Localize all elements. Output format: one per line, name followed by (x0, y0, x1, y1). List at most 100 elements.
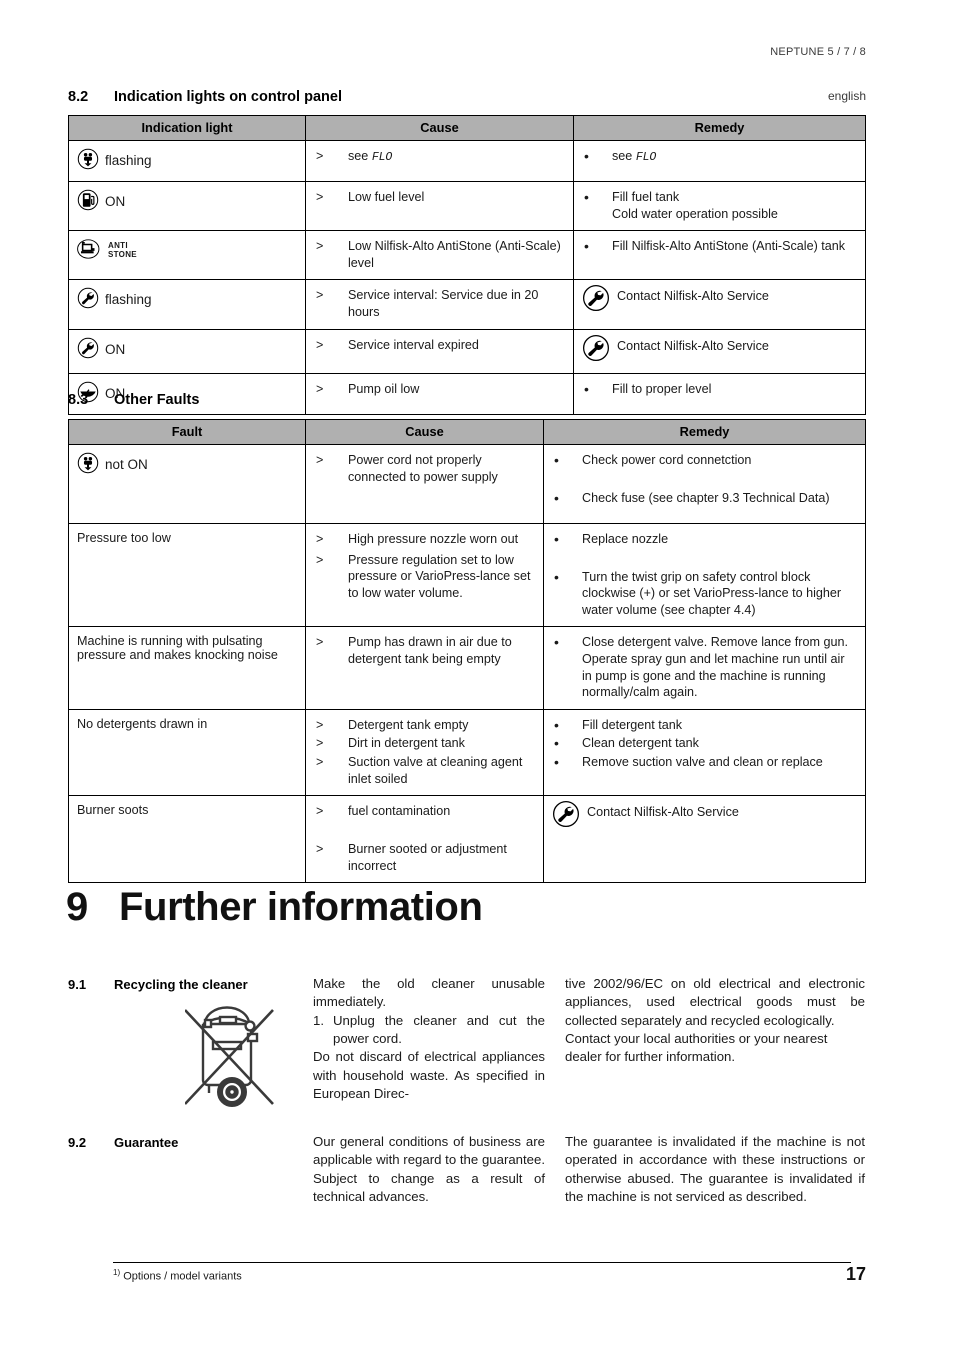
anti-stone-icon (77, 238, 103, 263)
chapter-heading: Further information (119, 885, 483, 929)
remedy-text: Fill fuel tank Cold water operation poss… (612, 190, 778, 221)
cause-text: Detergent tank empty (348, 717, 469, 732)
table-row: ON > Low fuel level • Fill fuel tank Col… (68, 180, 866, 232)
table-row: not ON > Power cord not properly connect… (68, 444, 866, 524)
language-label: english (827, 89, 866, 103)
light-state-label: ON (105, 341, 126, 357)
recycling-list-item: 1. Unplug the cleaner and cut the power … (313, 1012, 545, 1049)
column-header-fault: Fault (68, 419, 306, 445)
remedy-cell: • Replace nozzle • Turn the twist grip o… (543, 522, 866, 628)
cause-text: fuel contamination (348, 804, 451, 819)
fault-label: No detergents drawn in (77, 716, 208, 731)
remedy-cell: • see FLO (573, 140, 866, 182)
marker: > (316, 532, 324, 546)
bullet-marker: • (554, 489, 559, 506)
marker: > (316, 552, 324, 567)
remedy-text: Check fuse (see chapter 9.3 Technical Da… (582, 490, 830, 505)
remedy-cell: • Fill to proper level (573, 372, 866, 415)
cause-text: see FLO (348, 149, 393, 164)
bullet-marker: • (554, 531, 559, 547)
plug-icon (77, 452, 99, 477)
remedy-cell: Contact Nilfisk-Alto Service (543, 795, 866, 884)
bullet-marker: • (554, 634, 559, 651)
table-header-row: Indication light Cause Remedy (68, 115, 866, 141)
subsection-title-9-2: Guarantee (114, 1135, 179, 1150)
cause-cell: > Pump has drawn in air due to detergent… (305, 626, 544, 710)
wrench-icon (77, 337, 99, 362)
subsection-title-9-1: Recycling the cleaner (114, 977, 248, 992)
display-code: FLO (635, 151, 657, 164)
cause-text: Pressure regulation set to low pressure … (348, 552, 531, 600)
column-header-indication-light: Indication light (68, 115, 306, 141)
subsection-number-9-2: 9.2 (68, 1135, 87, 1150)
service-icon (582, 334, 610, 365)
table-row: Machine is running with pulsating pressu… (68, 626, 866, 710)
cause-cell: > fuel contamination > Burner sooted or … (305, 795, 544, 884)
bullet-marker: • (584, 189, 589, 205)
wrench-icon (77, 287, 99, 312)
cause-text: Service interval: Service due in 20 hour… (348, 288, 539, 320)
table-row: No detergents drawn in > Detergent tank … (68, 708, 866, 797)
remedy-cell: Contact Nilfisk-Alto Service (573, 328, 866, 374)
cause-text: Service interval expired (348, 337, 479, 352)
cause-text: Low fuel level (348, 190, 425, 204)
display-code: FLO (371, 151, 393, 164)
table-row: Pressure too low > High pressure nozzle … (68, 522, 866, 628)
cause-text: Low Nilfisk-Alto AntiStone (Anti-Scale) … (348, 239, 561, 270)
indication-lights-table: Indication light Cause Remedy flashing >… (68, 115, 866, 415)
section-title-8-2: Indication lights on control panel (114, 89, 342, 105)
recycling-directive-text: tive 2002/96/EC on old electrical and el… (565, 976, 865, 1028)
table-header-row: Fault Cause Remedy (68, 419, 866, 445)
remedy-text: Replace nozzle (582, 532, 669, 546)
subsection-9-2: 9.2 Guarantee (68, 1135, 178, 1150)
fault-label: Burner soots (77, 803, 149, 818)
list-number: 1. (313, 1012, 324, 1028)
section-number-8-3: 8.3 (68, 392, 89, 408)
marker: > (316, 288, 324, 303)
fault-cell: not ON (68, 444, 306, 524)
cause-cell: > see FLO (305, 140, 574, 182)
remedy-text: Fill to proper level (612, 381, 712, 396)
marker: > (316, 190, 324, 204)
fault-cell: Machine is running with pulsating pressu… (68, 626, 306, 710)
chapter-number: 9 (66, 885, 88, 929)
service-icon (582, 284, 610, 315)
guarantee-column-2: The guarantee is invalidated if the mach… (565, 1134, 865, 1205)
indication-light-cell: ON (68, 180, 306, 232)
cause-cell: > Low Nilfisk-Alto AntiStone (Anti-Scale… (305, 230, 574, 281)
remedy-text: Contact Nilfisk-Alto Service (587, 805, 739, 820)
marker: > (316, 755, 324, 770)
remedy-text: Fill detergent tank (582, 717, 683, 732)
bullet-marker: • (554, 452, 559, 468)
remedy-cell: • Close detergent valve. Remove lance fr… (543, 626, 866, 710)
recycling-column-2: tive 2002/96/EC on old electrical and el… (565, 975, 865, 1067)
subsection-heading-9-1: 9.1 Recycling the cleaner (68, 977, 248, 992)
column-header-cause: Cause (305, 419, 544, 445)
remedy-text: Check power cord connetction (582, 453, 752, 467)
anti-stone-label: ANTI STONE (108, 241, 137, 259)
bullet-marker: • (554, 735, 559, 752)
cause-text: Dirt in detergent tank (348, 736, 465, 751)
cause-cell: > Service interval: Service due in 20 ho… (305, 279, 574, 330)
other-faults-table: Fault Cause Remedy not ON > Power cord n… (68, 419, 866, 884)
remedy-cell: • Check power cord connetction • Check f… (543, 444, 866, 524)
bullet-marker: • (584, 148, 589, 164)
manual-page: NEPTUNE 5 / 7 / 8 english 8.2 Indication… (0, 0, 954, 1350)
marker: > (316, 337, 324, 352)
cause-cell: > Service interval expired (305, 328, 574, 374)
table-row: ANTI STONE > Low Nilfisk-Alto AntiStone (… (68, 230, 866, 281)
footer-divider (113, 1262, 851, 1263)
footnote-marker: 1) (113, 1268, 121, 1277)
indication-light-cell: ON (68, 328, 306, 374)
service-icon (552, 800, 580, 831)
section-heading-8-3: 8.3 Other Faults (68, 392, 199, 408)
cause-cell: > Pump oil low (305, 372, 574, 415)
table-row: ON > Service interval expired Contact Ni… (68, 328, 866, 374)
document-header-model: NEPTUNE 5 / 7 / 8 (770, 46, 866, 58)
guarantee-column-1: Our general conditions of business are a… (313, 1134, 545, 1205)
table-row: flashing > see FLO • see FLO (68, 140, 866, 182)
recycling-intro: Make the old cleaner unusable immediatel… (313, 976, 545, 1010)
fault-cell: Pressure too low (68, 522, 306, 628)
marker: > (316, 804, 324, 819)
bullet-marker: • (584, 238, 589, 255)
